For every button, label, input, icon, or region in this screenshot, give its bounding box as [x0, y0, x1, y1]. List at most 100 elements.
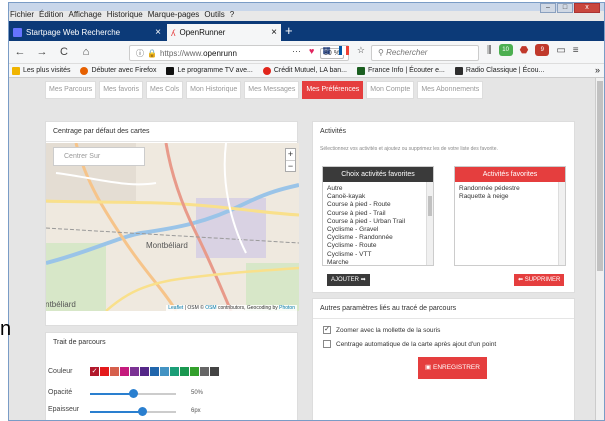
- add-activity-button[interactable]: AJOUTER ➡: [327, 274, 370, 286]
- subnav-mes-abonnements[interactable]: Mes Abonnements: [417, 81, 484, 99]
- menu-file[interactable]: Fichier: [10, 9, 34, 21]
- openrunner-icon: ʎ: [171, 27, 176, 38]
- back-icon[interactable]: ←: [9, 46, 31, 58]
- list-item[interactable]: Course à pied - Route: [327, 201, 429, 209]
- info-icon[interactable]: ⓘ: [136, 48, 144, 59]
- panel-title: Autres paramètres liés au tracé de parco…: [313, 299, 574, 319]
- subnav-mes-preferences[interactable]: Mes Préférences: [302, 81, 364, 99]
- list-item[interactable]: Cyclisme - Randonnée: [327, 234, 429, 242]
- color-swatch[interactable]: [170, 367, 179, 376]
- available-activities-list[interactable]: Choix activités favorites Autre Canoë-ka…: [322, 166, 434, 266]
- list-scrollbar[interactable]: [558, 182, 565, 265]
- flag-uk-icon[interactable]: ▦: [322, 45, 331, 56]
- color-swatch[interactable]: [130, 367, 139, 376]
- bookmark-tv[interactable]: Le programme TV ave...: [166, 66, 253, 75]
- maximize-button[interactable]: □: [557, 3, 573, 13]
- tab-bar: Startpage Web Recherche × ʎ OpenRunner ×…: [9, 21, 604, 41]
- leaflet-link[interactable]: Leaflet: [168, 305, 183, 311]
- auto-center-option[interactable]: Centrage automatique de la carte après a…: [323, 340, 496, 348]
- zoom-in-button[interactable]: +: [286, 149, 295, 160]
- page-scrollbar[interactable]: [595, 78, 604, 420]
- save-button[interactable]: ▣ ENREGISTRER: [418, 357, 487, 379]
- list-scrollbar[interactable]: [426, 182, 433, 265]
- list-item[interactable]: Autre: [327, 185, 429, 193]
- library-icon[interactable]: ⫼: [487, 45, 492, 56]
- color-swatch[interactable]: [120, 367, 129, 376]
- extension-badge-icon[interactable]: 10: [498, 44, 513, 56]
- zoom-wheel-option[interactable]: ✓ Zoomer avec la mollette de la souris: [323, 326, 440, 334]
- tab-startpage[interactable]: Startpage Web Recherche ×: [9, 24, 165, 41]
- color-swatch[interactable]: ✓: [90, 367, 99, 376]
- list-item[interactable]: Course à pied - Trail: [327, 210, 429, 218]
- list-item[interactable]: Cyclisme - Gravel: [327, 226, 429, 234]
- menu-view[interactable]: Affichage: [68, 9, 101, 21]
- list-item[interactable]: Cyclisme - VTT: [327, 251, 429, 259]
- bookmark-star-icon[interactable]: ☆: [357, 45, 365, 56]
- flag-fr-icon[interactable]: [338, 46, 349, 55]
- color-swatch[interactable]: [180, 367, 189, 376]
- minimize-button[interactable]: –: [540, 3, 556, 13]
- close-tab-icon[interactable]: ×: [155, 27, 161, 38]
- tab-openrunner[interactable]: ʎ OpenRunner ×: [167, 24, 281, 41]
- menu-icon[interactable]: ≡: [573, 45, 579, 56]
- sidebar-icon[interactable]: ▭: [556, 45, 565, 56]
- ublock-icon[interactable]: ⬣: [520, 45, 529, 56]
- map-search-input[interactable]: Centrer Sur: [53, 147, 145, 166]
- menu-history[interactable]: Historique: [107, 9, 143, 21]
- zoom-out-button[interactable]: −: [286, 160, 295, 171]
- bookmark-credit-mutuel[interactable]: Crédit Mutuel, LA ban...: [262, 66, 347, 75]
- thickness-slider-handle[interactable]: [137, 407, 147, 416]
- subnav-mon-historique[interactable]: Mon Historique: [186, 81, 242, 99]
- menu-bookmarks[interactable]: Marque-pages: [148, 9, 200, 21]
- close-tab-icon[interactable]: ×: [271, 27, 277, 38]
- osm-link[interactable]: OSM: [205, 305, 216, 311]
- menu-tools[interactable]: Outils: [204, 9, 224, 21]
- map-view[interactable]: Centrer Sur + − Montbéliard Montbéliard …: [46, 143, 299, 311]
- subnav-mes-cols[interactable]: Mes Cols: [145, 81, 184, 99]
- list-item[interactable]: Canoë-kayak: [327, 193, 429, 201]
- bookmark-firefox[interactable]: Débuter avec Firefox: [80, 66, 156, 75]
- list-item[interactable]: Cyclisme - Route: [327, 242, 429, 250]
- zoom-wheel-checkbox[interactable]: ✓: [323, 326, 331, 334]
- photon-link[interactable]: Photon: [279, 305, 295, 311]
- search-icon: ⚲: [378, 48, 387, 57]
- subnav-mes-messages[interactable]: Mes Messages: [244, 81, 300, 99]
- subnav-mes-favoris[interactable]: Mes favoris: [99, 81, 143, 99]
- favorite-activities-list[interactable]: Activités favorites Randonnée pédestre R…: [454, 166, 566, 266]
- color-swatch[interactable]: [200, 367, 209, 376]
- color-swatch[interactable]: [210, 367, 219, 376]
- home-icon[interactable]: ⌂: [75, 46, 97, 58]
- opacity-slider-handle[interactable]: [129, 389, 138, 398]
- list-item[interactable]: Raquette à neige: [459, 193, 561, 201]
- remove-activity-button[interactable]: ⬅ SUPPRIMER: [514, 274, 565, 286]
- subnav-mon-compte[interactable]: Mon Compte: [366, 81, 415, 99]
- scrollbar-thumb[interactable]: [597, 81, 603, 271]
- search-input[interactable]: ⚲ Rechercher: [371, 45, 479, 61]
- subnav-mes-parcours[interactable]: Mes Parcours: [45, 81, 97, 99]
- list-item[interactable]: Randonnée pédestre: [459, 185, 561, 193]
- pocket-icon[interactable]: ♥: [309, 46, 314, 56]
- reload-icon[interactable]: C: [53, 46, 75, 58]
- auto-center-checkbox[interactable]: [323, 340, 331, 348]
- menu-edit[interactable]: Édition: [39, 9, 63, 21]
- menu-help[interactable]: ?: [230, 9, 234, 21]
- color-swatch[interactable]: [110, 367, 119, 376]
- thickness-slider[interactable]: [90, 407, 176, 416]
- bookmark-france-info[interactable]: France Info | Écouter e...: [356, 66, 445, 75]
- chevron-right-icon[interactable]: »: [595, 65, 600, 75]
- color-swatch[interactable]: [150, 367, 159, 376]
- color-swatch[interactable]: [140, 367, 149, 376]
- color-swatch[interactable]: [160, 367, 169, 376]
- new-tab-icon[interactable]: +: [285, 24, 293, 38]
- forward-icon[interactable]: →: [31, 46, 53, 58]
- page-actions-icon[interactable]: ···: [292, 46, 301, 56]
- color-swatch[interactable]: [190, 367, 199, 376]
- list-item[interactable]: Course à pied - Urban Trail: [327, 218, 429, 226]
- notification-badge-icon[interactable]: 9: [535, 44, 550, 56]
- color-swatch[interactable]: [100, 367, 109, 376]
- bookmark-radio-classique[interactable]: Radio Classique | Écou...: [454, 66, 544, 75]
- list-item[interactable]: Marche: [327, 259, 429, 267]
- opacity-slider[interactable]: [90, 389, 176, 398]
- close-window-button[interactable]: x: [574, 3, 600, 13]
- bookmark-most-visited[interactable]: Les plus visités: [12, 66, 70, 75]
